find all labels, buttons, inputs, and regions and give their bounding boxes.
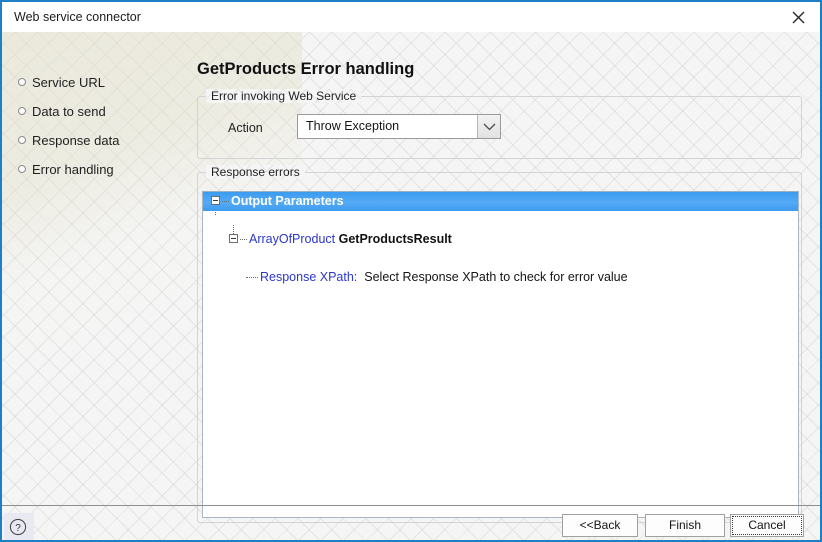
web-service-connector-dialog: Web service connector Service URL Data t…	[0, 0, 822, 542]
step-bullet-icon	[18, 107, 26, 115]
sidebar-item-service-url[interactable]: Service URL	[2, 68, 187, 97]
footer-separator	[2, 505, 820, 506]
action-dropdown[interactable]: Throw Exception	[297, 114, 501, 139]
tree-node-label: Response XPath: Select Response XPath to…	[260, 270, 628, 284]
collapse-minus-icon[interactable]	[229, 234, 238, 243]
tree-connector	[222, 201, 229, 203]
response-errors-group-legend: Response errors	[206, 165, 305, 179]
response-errors-tree[interactable]: Output Parameters ArrayOfProduct GetProd…	[202, 191, 799, 518]
response-xpath-label: Response XPath:	[260, 270, 358, 284]
tree-connector	[246, 277, 258, 279]
tree-row[interactable]: Response XPath: Select Response XPath to…	[203, 268, 798, 287]
cancel-button-label: Cancel	[748, 518, 786, 532]
svg-text:?: ?	[15, 523, 21, 534]
tree-connector	[240, 239, 247, 241]
help-button[interactable]: ?	[4, 513, 34, 540]
dialog-body: Service URL Data to send Response data E…	[2, 32, 820, 540]
sidebar-item-response-data[interactable]: Response data	[2, 126, 187, 155]
sidebar-item-error-handling[interactable]: Error handling	[2, 155, 187, 184]
response-errors-group: Response errors Output Parameters ArrayO…	[197, 165, 802, 523]
finish-button[interactable]: Finish	[645, 514, 725, 537]
wizard-steps-sidebar: Service URL Data to send Response data E…	[2, 68, 187, 184]
error-invoking-group-legend: Error invoking Web Service	[206, 89, 361, 103]
action-label: Action	[228, 121, 263, 135]
error-invoking-group: Error invoking Web Service Action Throw …	[197, 89, 802, 159]
page-title: GetProducts Error handling	[197, 60, 415, 78]
action-dropdown-button[interactable]	[477, 115, 500, 138]
response-xpath-value[interactable]: Select Response XPath to check for error…	[364, 270, 627, 284]
title-bar: Web service connector	[2, 2, 820, 32]
tree-node-type: ArrayOfProduct	[249, 232, 336, 246]
close-button[interactable]	[778, 2, 820, 32]
tree-row[interactable]: Output Parameters	[203, 192, 798, 211]
action-dropdown-value: Throw Exception	[306, 119, 400, 133]
sidebar-item-data-to-send[interactable]: Data to send	[2, 97, 187, 126]
sidebar-item-label: Response data	[32, 133, 120, 148]
cancel-button[interactable]: Cancel	[730, 514, 804, 537]
step-bullet-icon	[18, 165, 26, 173]
sidebar-item-label: Data to send	[32, 104, 106, 119]
tree-row[interactable]: ArrayOfProduct GetProductsResult	[203, 230, 798, 249]
sidebar-item-label: Service URL	[32, 75, 105, 90]
tree-node-label: ArrayOfProduct GetProductsResult	[249, 232, 452, 246]
step-bullet-icon	[18, 136, 26, 144]
collapse-minus-icon[interactable]	[211, 196, 220, 205]
sidebar-item-label: Error handling	[32, 162, 114, 177]
tree-node-label: Output Parameters	[231, 194, 344, 208]
back-button[interactable]: <<Back	[562, 514, 638, 537]
step-bullet-icon	[18, 78, 26, 86]
window-title: Web service connector	[14, 10, 141, 24]
tree-node-name: GetProductsResult	[338, 232, 452, 246]
